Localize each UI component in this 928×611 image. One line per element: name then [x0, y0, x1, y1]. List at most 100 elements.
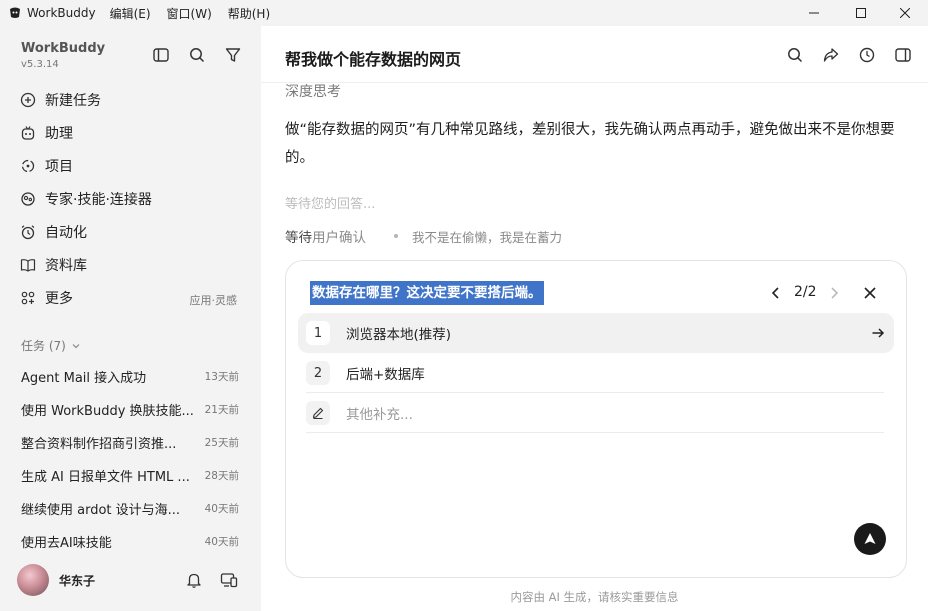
nav-assistant[interactable]: 助理 [20, 121, 73, 145]
project-icon [21, 159, 35, 173]
close-icon[interactable] [862, 285, 878, 301]
close-icon [900, 8, 910, 18]
task-time: 13天前 [204, 370, 239, 383]
option-browser-local[interactable]: 1 浏览器本地(推荐) [298, 313, 894, 353]
nav-label: 自动化 [45, 225, 87, 241]
status-rest: 用户确认 [312, 230, 366, 246]
chevron-right-icon[interactable] [826, 285, 842, 301]
task-title: 整合资料制作招商引资推... [21, 436, 177, 452]
sidebar: WorkBuddy v5.3.14 新建任务 助理 项目 专家·技能·连接器 自… [0, 26, 261, 611]
question-card: 数据存在哪里？这决定要不要搭后端。 2/2 1 浏览器本地(推荐) 2 后端+数… [285, 260, 907, 578]
header-divider [261, 82, 928, 83]
toggle-sidebar-icon[interactable] [152, 46, 170, 64]
menu-help[interactable]: 帮助(H) [228, 5, 270, 22]
nav-label: 资料库 [45, 258, 87, 274]
page-title: 帮我做个能存数据的网页 [285, 50, 462, 69]
task-title: 使用去AI味技能 [21, 535, 112, 551]
brand-name: WorkBuddy [21, 41, 106, 56]
minimize-button[interactable] [791, 0, 837, 26]
share-icon[interactable] [822, 46, 840, 64]
app-name: WorkBuddy [27, 6, 96, 20]
tasks-header-label: 任务 (7) [21, 339, 66, 353]
task-item[interactable]: 继续使用 ardot 设计与海... 40天前 [21, 497, 239, 519]
nav-automation[interactable]: 自动化 [20, 220, 87, 244]
arrow-right-icon[interactable] [870, 325, 886, 341]
title-bar: WorkBuddy 编辑(E) 窗口(W) 帮助(H) [0, 0, 928, 26]
option-number: 2 [306, 361, 330, 385]
book-icon [20, 259, 36, 272]
status-row: 等待用户确认 我不是在偷懒，我是在蓄力 [285, 226, 563, 247]
workbuddy-logo-icon [10, 7, 20, 18]
task-title: Agent Mail 接入成功 [21, 370, 147, 386]
status-dot [394, 234, 398, 238]
devices-icon[interactable] [220, 571, 238, 589]
task-item[interactable]: 整合资料制作招商引资推... 25天前 [21, 431, 239, 453]
task-title: 继续使用 ardot 设计与海... [21, 502, 181, 518]
nav-new-task[interactable]: 新建任务 [20, 88, 101, 112]
waiting-text: 等待您的回答... [285, 197, 376, 212]
alarm-clock-icon [21, 225, 35, 240]
close-window-button[interactable] [882, 0, 928, 26]
nav-library[interactable]: 资料库 [20, 253, 87, 277]
chevron-down-icon [72, 343, 80, 348]
option-divider [306, 432, 884, 433]
minimize-icon [809, 12, 819, 14]
version-label: v5.3.14 [21, 59, 59, 70]
pencil-icon [312, 407, 324, 420]
bell-icon[interactable] [185, 571, 203, 589]
task-time: 40天前 [204, 535, 239, 548]
edit-icon-box [306, 401, 330, 425]
nav-label: 专家·技能·连接器 [45, 192, 152, 208]
tasks-header[interactable]: 任务 (7) [21, 337, 81, 354]
search-icon[interactable] [786, 46, 804, 64]
toggle-panel-icon[interactable] [894, 46, 912, 64]
nav-label: 项目 [45, 159, 73, 175]
experts-icon [21, 192, 35, 206]
option-label: 浏览器本地(推荐) [346, 327, 452, 343]
menu-window[interactable]: 窗口(W) [167, 5, 212, 22]
task-item[interactable]: Agent Mail 接入成功 13天前 [21, 365, 239, 387]
task-time: 21天前 [204, 403, 239, 416]
assistant-icon [21, 126, 35, 140]
other-placeholder: 其他补充... [346, 407, 413, 423]
history-icon[interactable] [858, 46, 876, 64]
task-title: 生成 AI 日报单文件 HTML ... [21, 469, 190, 485]
more-tag: 应用·灵感 [189, 294, 238, 307]
search-icon[interactable] [188, 46, 206, 64]
new-task-icon [20, 92, 36, 108]
grid-icon [21, 291, 35, 305]
menu-edit[interactable]: 编辑(E) [110, 5, 151, 22]
task-item[interactable]: 生成 AI 日报单文件 HTML ... 28天前 [21, 464, 239, 486]
maximize-icon [856, 8, 866, 18]
user-name[interactable]: 华东子 [59, 572, 95, 589]
ai-disclaimer: 内容由 AI 生成，请核实重要信息 [510, 590, 679, 604]
status-subtext: 我不是在偷懒，我是在蓄力 [412, 229, 563, 245]
nav-label: 更多 [45, 291, 73, 307]
assistant-message: 做“能存数据的网页”有几种常见路线，差别很大，我先确认两点再动手，避免做出来不是… [285, 122, 895, 166]
thinking-label[interactable]: 深度思考 [285, 81, 341, 101]
status-strong: 等待 [285, 230, 312, 246]
option-number: 1 [306, 321, 330, 345]
other-input[interactable]: 其他补充... [298, 393, 894, 433]
option-label: 后端+数据库 [346, 367, 425, 383]
maximize-button[interactable] [838, 0, 884, 26]
send-arrow-icon [864, 533, 876, 544]
task-item[interactable]: 使用去AI味技能 40天前 [21, 530, 239, 552]
nav-label: 助理 [45, 126, 73, 142]
avatar[interactable] [17, 564, 49, 596]
nav-project[interactable]: 项目 [20, 154, 73, 178]
option-backend-database[interactable]: 2 后端+数据库 [298, 353, 894, 393]
task-time: 25天前 [204, 436, 239, 449]
status-text: 等待用户确认 [285, 226, 366, 246]
chat-panel: 帮我做个能存数据的网页 深度思考 做“能存数据的网页”有几种常见路线，差别很大，… [261, 26, 928, 611]
task-time: 40天前 [204, 502, 239, 515]
nav-more[interactable]: 更多 [20, 286, 73, 310]
task-item[interactable]: 使用 WorkBuddy 换肤技能... 21天前 [21, 398, 239, 420]
filter-icon[interactable] [224, 46, 242, 64]
nav-label: 新建任务 [45, 93, 101, 109]
chevron-left-icon[interactable] [768, 285, 784, 301]
question-pager: 2/2 [794, 284, 817, 300]
task-time: 28天前 [204, 469, 239, 482]
nav-experts[interactable]: 专家·技能·连接器 [20, 187, 152, 211]
send-button[interactable] [854, 523, 886, 555]
